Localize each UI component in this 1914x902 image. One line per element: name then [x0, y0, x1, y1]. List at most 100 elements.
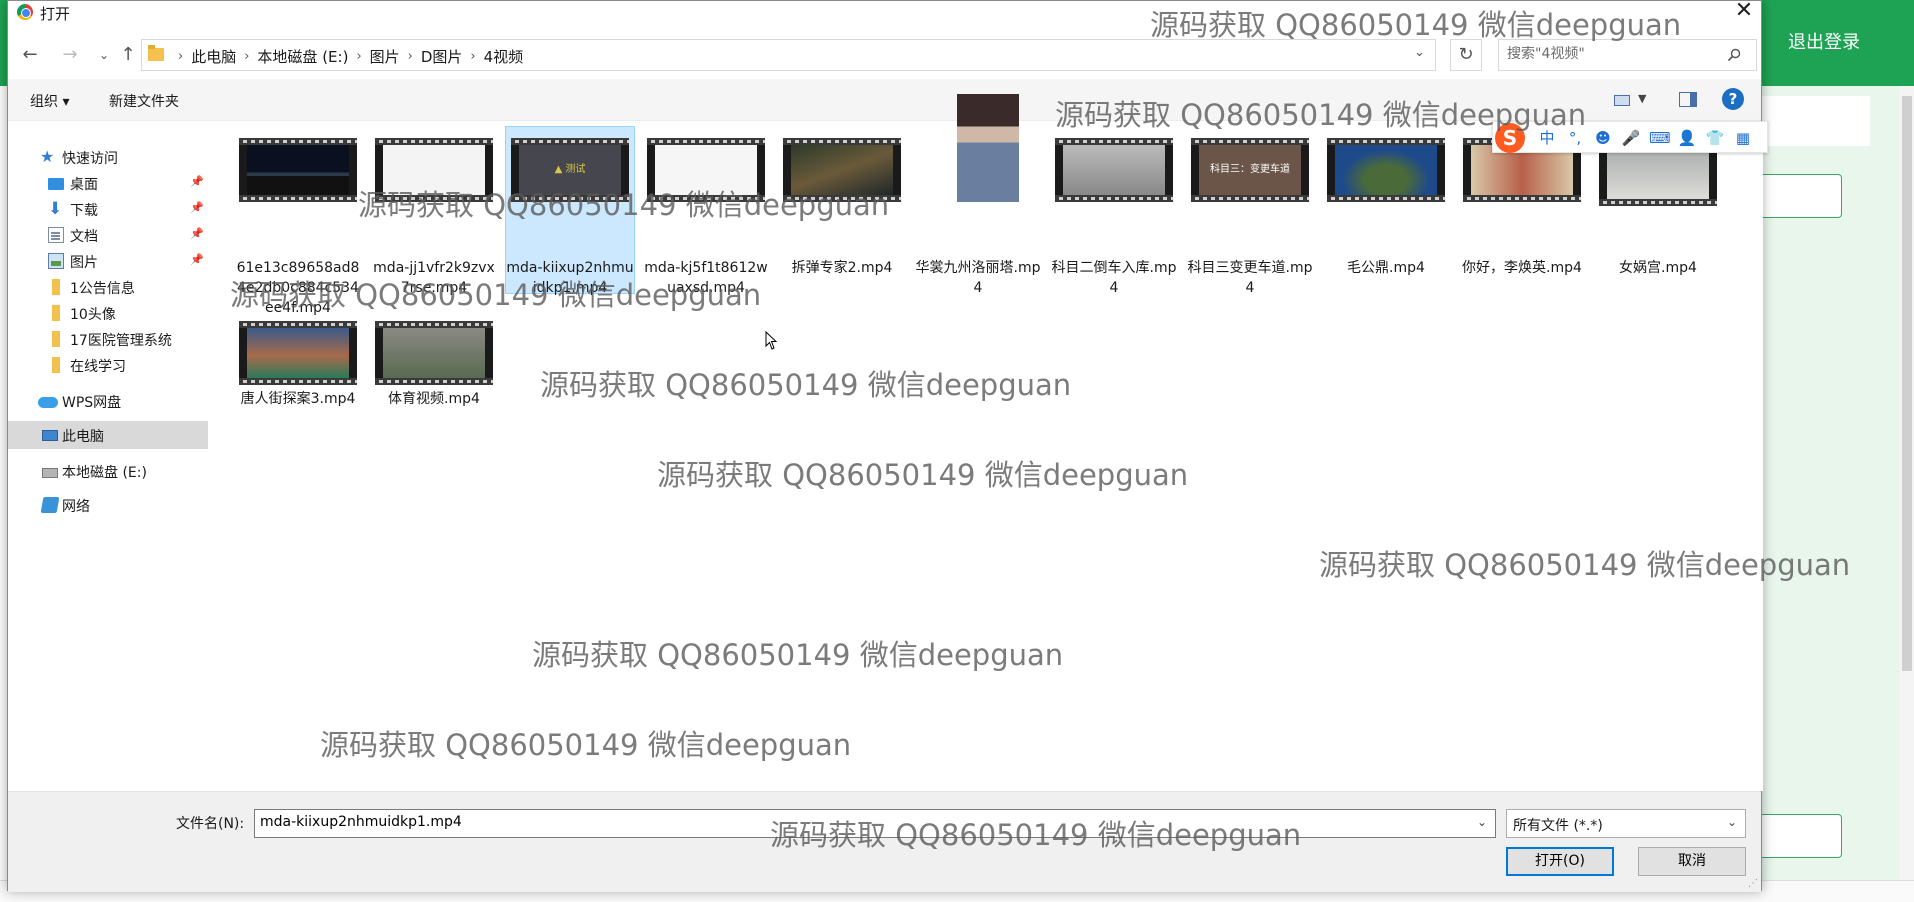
resize-grip-icon[interactable]: ⋰ — [1748, 878, 1758, 889]
pin-icon: 📌 — [190, 175, 204, 188]
nav-label: 10头像 — [70, 307, 116, 323]
file-name: 拆弹专家2.mp4 — [791, 260, 893, 276]
file-type-select[interactable]: 所有文件 (*.*) ⌄ — [1506, 809, 1746, 838]
up-arrow-icon[interactable]: ↑ — [116, 43, 140, 67]
folder-icon — [148, 45, 164, 61]
back-arrow-icon[interactable]: ← — [18, 43, 42, 67]
app-input-field[interactable] — [1762, 174, 1842, 218]
chinese-mode-icon[interactable]: 中 — [1537, 128, 1557, 148]
close-button[interactable]: ✕ — [1730, 0, 1758, 23]
app-scrollbar-thumb[interactable] — [1902, 96, 1912, 671]
folder-icon — [52, 357, 60, 373]
address-bar[interactable]: › 此电脑 › 本地磁盘 (E:) › 图片 › D图片 › 4视频 ⌄ — [141, 39, 1436, 71]
search-icon[interactable] — [1727, 48, 1741, 62]
star-icon: ★ — [40, 147, 55, 166]
nav-item-folder[interactable]: 17医院管理系统 — [8, 325, 208, 353]
video-thumbnail — [647, 138, 765, 202]
search-input[interactable] — [1507, 46, 1717, 62]
nav-label: 17医院管理系统 — [70, 333, 172, 349]
search-box[interactable] — [1498, 39, 1757, 71]
nav-item-this-pc[interactable]: 此电脑 — [8, 421, 208, 449]
nav-item-folder[interactable]: 在线学习 — [8, 351, 208, 379]
nav-item-pictures[interactable]: 图片 📌 — [8, 247, 208, 275]
file-name: 科目三变更车道.mp4 — [1187, 260, 1313, 296]
chevron-down-icon[interactable]: ⌄ — [1414, 45, 1432, 60]
forward-arrow-icon[interactable]: → — [58, 43, 82, 67]
cancel-button[interactable]: 取消 — [1638, 847, 1746, 876]
toolbox-icon[interactable]: ▦ — [1733, 128, 1753, 148]
breadcrumb-separator-icon[interactable]: › — [470, 49, 475, 64]
nav-item-local-disk[interactable]: 本地磁盘 (E:) — [8, 457, 208, 485]
breadcrumb-item[interactable]: 此电脑 — [191, 46, 236, 67]
breadcrumb-item[interactable]: 本地磁盘 (E:) — [257, 46, 348, 67]
change-view-button[interactable]: ▼ — [1610, 89, 1650, 111]
breadcrumb-separator-icon[interactable]: › — [356, 49, 361, 64]
file-name: 你好，李焕英.mp4 — [1462, 260, 1582, 276]
filename-input[interactable] — [260, 814, 1460, 830]
preview-pane-icon[interactable] — [1679, 92, 1697, 107]
computer-icon — [42, 430, 58, 441]
nav-item-folder[interactable]: 1公告信息 — [8, 273, 208, 301]
thumbnail-frame — [1063, 145, 1165, 195]
video-thumbnail — [1327, 138, 1445, 202]
nav-item-network[interactable]: 网络 — [8, 491, 208, 519]
keyboard-icon[interactable]: ⌨ — [1649, 128, 1671, 148]
breadcrumb: › 此电脑 › 本地磁盘 (E:) › 图片 › D图片 › 4视频 — [170, 46, 523, 67]
address-row: ← → ⌄ ↑ › 此电脑 › 本地磁盘 (E:) › 图片 › D图片 › 4… — [8, 34, 1761, 74]
logout-button[interactable]: 退出登录 — [1788, 28, 1860, 54]
recent-locations-chevron-icon[interactable]: ⌄ — [92, 43, 116, 67]
pin-icon: 📌 — [190, 201, 204, 214]
open-button[interactable]: 打开(O) — [1506, 847, 1614, 876]
file-name: mda-kj5f1t8612wuaxsd.mp4 — [644, 260, 768, 296]
microphone-icon[interactable]: 🎤 — [1621, 128, 1641, 148]
app-card — [1762, 96, 1870, 146]
help-icon[interactable]: ? — [1722, 88, 1744, 110]
file-name: 毛公鼎.mp4 — [1347, 260, 1425, 276]
folder-icon — [52, 279, 60, 295]
nav-label: 桌面 — [70, 177, 98, 193]
user-icon[interactable]: 👤 — [1677, 128, 1697, 148]
download-icon: ⬇ — [48, 199, 63, 219]
ime-toolbar: S 中 °, ☻ 🎤 ⌨ 👤 👕 ▦ — [1492, 121, 1768, 153]
sogou-logo-icon[interactable]: S — [1495, 123, 1525, 153]
dialog-title: 打开 — [40, 5, 71, 23]
video-thumbnail — [957, 94, 1019, 202]
video-thumbnail: ▲ 测试 — [511, 138, 629, 202]
nav-item-desktop[interactable]: 桌面 📌 — [8, 169, 208, 197]
filename-combobox[interactable]: ⌄ — [254, 809, 1496, 838]
breadcrumb-item[interactable]: 图片 — [370, 46, 400, 67]
video-thumbnail — [239, 138, 357, 202]
video-thumbnail — [375, 321, 493, 385]
pin-icon: 📌 — [190, 227, 204, 240]
breadcrumb-separator-icon[interactable]: › — [244, 49, 249, 64]
breadcrumb-separator-icon[interactable]: › — [178, 49, 183, 64]
thumbnail-frame — [791, 145, 893, 195]
mouse-cursor-icon — [765, 331, 778, 350]
video-thumbnail — [375, 138, 493, 202]
new-folder-button[interactable]: 新建文件夹 — [109, 91, 179, 111]
nav-label: 图片 — [70, 255, 98, 271]
breadcrumb-item[interactable]: D图片 — [421, 46, 463, 67]
nav-item-folder[interactable]: 10头像 — [8, 299, 208, 327]
breadcrumb-separator-icon[interactable]: › — [408, 49, 413, 64]
pin-icon: 📌 — [190, 253, 204, 266]
nav-item-downloads[interactable]: ⬇ 下载 📌 — [8, 195, 208, 223]
chrome-icon — [17, 4, 33, 20]
nav-item-documents[interactable]: 文档 📌 — [8, 221, 208, 249]
nav-quick-access[interactable]: ★ 快速访问 — [8, 143, 208, 171]
punctuation-icon[interactable]: °, — [1565, 128, 1585, 148]
nav-label: WPS网盘 — [62, 395, 122, 411]
nav-label: 本地磁盘 (E:) — [62, 465, 147, 481]
network-icon — [40, 497, 60, 513]
video-thumbnail — [239, 321, 357, 385]
nav-item-wps[interactable]: WPS网盘 — [8, 387, 208, 415]
emoji-icon[interactable]: ☻ — [1593, 128, 1613, 148]
skin-icon[interactable]: 👕 — [1705, 128, 1725, 148]
refresh-icon[interactable]: ↻ — [1450, 39, 1482, 71]
file-name: 体育视频.mp4 — [388, 391, 480, 407]
app-input-field-2[interactable] — [1762, 814, 1842, 858]
cloud-icon — [38, 397, 58, 408]
chevron-down-icon[interactable]: ⌄ — [1477, 815, 1487, 829]
breadcrumb-item[interactable]: 4视频 — [484, 46, 524, 67]
organize-menu[interactable]: 组织 ▾ — [30, 91, 69, 111]
